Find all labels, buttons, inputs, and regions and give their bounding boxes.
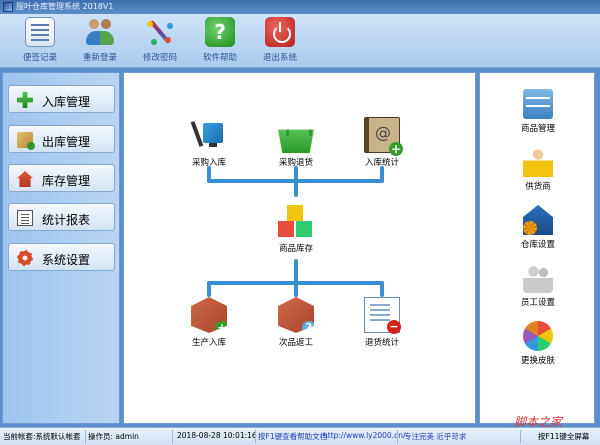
sidebar-item-label: 入库管理: [42, 95, 91, 109]
relogin-label: 重新登录: [82, 53, 117, 63]
basket-icon: [278, 129, 314, 153]
supplier-icon: [523, 147, 553, 177]
node-label: 生产入库: [191, 338, 226, 348]
power-icon: [265, 17, 295, 47]
status-divider: [255, 430, 256, 443]
box-add-icon: +: [191, 297, 227, 333]
change-password-button[interactable]: 修改密码: [134, 17, 186, 65]
help-icon: ?: [205, 17, 235, 47]
right-item-label: 供货商: [525, 182, 551, 192]
node-label: 商品库存: [278, 244, 313, 254]
status-account: 当前帐套:系统默认帐套: [3, 432, 81, 441]
right-item-label: 更换皮肤: [520, 356, 555, 366]
notepad-icon: [25, 17, 55, 47]
sidebar-item-label: 出库管理: [42, 135, 91, 149]
window-title: 服叶仓库管理系统 2018V1: [16, 2, 114, 11]
right-item-label: 仓库设置: [520, 240, 555, 250]
node-label: 采购退货: [278, 158, 313, 168]
staff-icon: [523, 263, 553, 293]
node-label: 次品返工: [278, 338, 313, 348]
stock-button[interactable]: 商品库存: [266, 203, 326, 254]
product-management-button[interactable]: 商品管理: [500, 89, 576, 134]
hand-truck-icon: [191, 117, 227, 153]
status-slogan: 专注完美 近乎苛求: [404, 432, 467, 441]
status-datetime: 2018-08-28 10:01:16: [177, 431, 257, 440]
sidebar-item-label: 库存管理: [42, 174, 91, 188]
help-label: 软件帮助: [202, 53, 237, 63]
node-label: 采购入库: [191, 158, 226, 168]
notepad-label: 便签记录: [22, 53, 57, 63]
toolbar: 便签记录 重新登录 修改密码 ? 软件帮助 退出系统: [0, 14, 600, 68]
return-stats-button[interactable]: − 退货统计: [352, 297, 412, 348]
address-book-icon: [364, 117, 403, 156]
sidebar-item-outbound[interactable]: 出库管理: [8, 125, 115, 153]
warehouse-settings-button[interactable]: 仓库设置: [500, 205, 576, 250]
relogin-button[interactable]: 重新登录: [74, 17, 126, 65]
status-divider: [172, 430, 173, 443]
main-panel: 采购入库 采购退货 入库统计 商品库存 + 生产入库 ? 次品返工 − 退货统计: [123, 72, 476, 424]
outbound-icon: [17, 132, 35, 150]
users-icon: [85, 17, 115, 47]
exit-label: 退出系统: [262, 53, 297, 63]
cubes-icon: [278, 203, 314, 239]
production-inbound-button[interactable]: + 生产入库: [179, 297, 239, 348]
purchase-return-button[interactable]: 采购退货: [266, 117, 326, 168]
sidebar: 入库管理 出库管理 库存管理 统计报表 系统设置: [2, 72, 120, 424]
status-url-link[interactable]: http://www.ly2000.cn/: [323, 431, 405, 440]
sidebar-item-settings[interactable]: 系统设置: [8, 243, 115, 271]
status-divider: [85, 430, 86, 443]
document-remove-icon: −: [364, 297, 401, 334]
remove-badge-icon: −: [387, 320, 401, 334]
house-icon: [17, 171, 33, 187]
change-skin-button[interactable]: 更换皮肤: [500, 321, 576, 366]
color-wheel-icon: [523, 321, 553, 351]
magic-wand-icon: [145, 17, 175, 47]
help-button[interactable]: ? 软件帮助: [194, 17, 246, 65]
exit-button[interactable]: 退出系统: [254, 17, 306, 65]
sidebar-item-label: 系统设置: [42, 253, 91, 267]
status-divider: [520, 430, 521, 443]
sidebar-item-inventory[interactable]: 库存管理: [8, 164, 115, 192]
change-password-label: 修改密码: [142, 53, 177, 63]
app-logo-icon: [3, 2, 13, 12]
sidebar-item-reports[interactable]: 统计报表: [8, 203, 115, 231]
supplier-button[interactable]: 供货商: [500, 147, 576, 192]
warehouse-icon: [523, 205, 553, 235]
node-label: 入库统计: [364, 158, 399, 168]
purchase-inbound-button[interactable]: 采购入库: [179, 117, 239, 168]
notepad-button[interactable]: 便签记录: [14, 17, 66, 65]
node-label: 退货统计: [364, 338, 399, 348]
right-item-label: 员工设置: [520, 298, 555, 308]
staff-settings-button[interactable]: 员工设置: [500, 263, 576, 308]
cabinet-icon: [523, 89, 553, 119]
add-badge-icon: +: [215, 321, 227, 333]
sidebar-item-label: 统计报表: [42, 213, 91, 227]
inbound-stats-button[interactable]: 入库统计: [352, 117, 412, 168]
gear-icon: [17, 250, 33, 266]
report-icon: [17, 210, 33, 226]
status-operator: 操作员: admin: [88, 432, 139, 441]
right-panel: 商品管理 供货商 仓库设置 员工设置 更换皮肤: [479, 72, 595, 424]
right-item-label: 商品管理: [520, 124, 555, 134]
status-fullscreen-hint: 按F11键全屏幕: [538, 432, 590, 441]
title-bar: 服叶仓库管理系统 2018V1: [0, 0, 600, 14]
status-divider: [397, 430, 398, 443]
status-bar: 当前帐套:系统默认帐套 操作员: admin 2018-08-28 10:01:…: [0, 427, 600, 445]
sidebar-item-inbound[interactable]: 入库管理: [8, 85, 115, 113]
info-badge-icon: ?: [302, 321, 314, 333]
status-help: 按F1键查看帮助文档: [258, 432, 328, 441]
defect-rework-button[interactable]: ? 次品返工: [266, 297, 326, 348]
plus-icon: [17, 92, 33, 108]
box-info-icon: ?: [278, 297, 314, 333]
